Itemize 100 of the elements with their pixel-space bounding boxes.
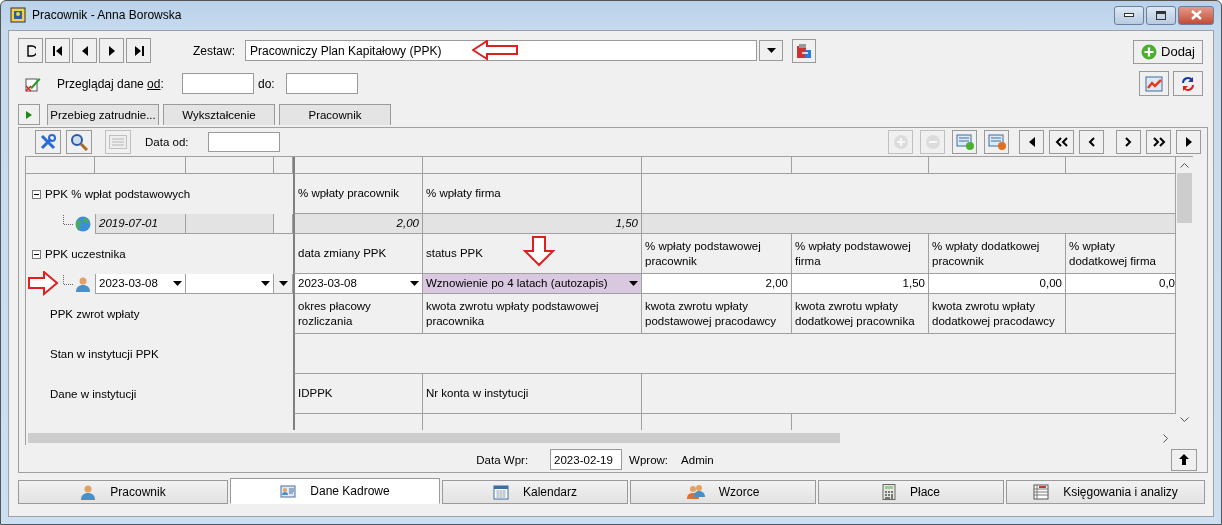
module-tab[interactable]: Księgowania i analizy — [1006, 480, 1205, 504]
plus-circle-icon — [1141, 43, 1157, 60]
delete-record-button[interactable] — [984, 130, 1009, 154]
calculator-icon — [882, 484, 896, 500]
refresh-button[interactable] — [1173, 71, 1203, 96]
column-label: data zmiany PPK — [298, 246, 387, 261]
caret-icon — [766, 48, 776, 53]
column-label: % wpłaty dodatkowej firma — [1069, 238, 1157, 269]
tree-item[interactable]: PPK zwrot wpłaty — [50, 306, 140, 322]
dropdown[interactable]: Wznowienie po 4 latach (autozapis) — [423, 274, 642, 294]
insert-record-button[interactable] — [952, 130, 977, 154]
date-cell: 2019-07-01 — [95, 214, 186, 234]
scroll-up-icon — [1180, 163, 1189, 168]
double-chevron-right-icon — [1151, 137, 1166, 147]
entry-date-field[interactable]: 2023-02-19 — [550, 449, 623, 470]
table-cell[interactable]: 0,00 — [929, 274, 1066, 294]
table-cell[interactable]: 2,00 — [642, 274, 792, 294]
column-label: okres płacowy rozliczania — [298, 298, 372, 329]
column-label: status PPK — [426, 246, 483, 261]
column-label: % wpłaty pracownik — [298, 186, 399, 201]
section-tab[interactable]: Pracownik — [279, 104, 391, 125]
window-title: Pracownik - Anna Borowska — [32, 8, 182, 22]
tree-item[interactable]: PPK % wpłat podstawowych — [45, 186, 191, 202]
scroll-top-button[interactable] — [1171, 448, 1197, 471]
last-column-button[interactable] — [1176, 130, 1201, 154]
column-label: % wpłaty firma — [426, 186, 501, 201]
left-triangle-icon — [1028, 137, 1035, 147]
section-tab[interactable]: Wykształcenie — [163, 104, 275, 125]
first-column-button[interactable] — [1019, 130, 1044, 154]
column-label: % wpłaty podstawowej firma — [795, 238, 912, 269]
module-tab[interactable]: Kalendarz — [442, 480, 628, 504]
previous-column-button[interactable] — [1079, 130, 1104, 154]
double-chevron-left-icon — [1054, 137, 1069, 147]
tree-item[interactable]: Stan w instytucji PPK — [50, 346, 159, 362]
date-from-field[interactable] — [182, 73, 254, 94]
close-icon — [1190, 10, 1202, 20]
transfer-button[interactable] — [792, 38, 816, 63]
report-button[interactable] — [1139, 71, 1169, 96]
chart-icon — [1145, 75, 1163, 92]
first-record-button[interactable] — [45, 38, 70, 63]
entered-by-value: Admin — [681, 453, 714, 466]
dropdown-button[interactable] — [759, 40, 783, 61]
next-column-button[interactable] — [1116, 130, 1141, 154]
column-label: kwota zwrotu wpłaty podstawowej pracownika — [426, 298, 600, 329]
chevron-left-icon — [1088, 137, 1095, 147]
column-label: Nr konta w instytucji — [426, 386, 529, 401]
scrollbar-thumb[interactable] — [28, 433, 840, 443]
tree-connector — [63, 215, 73, 225]
tree-item[interactable]: PPK uczestnika — [45, 246, 126, 262]
next-record-icon — [107, 44, 116, 57]
page-right-button[interactable] — [1146, 130, 1171, 154]
ledger-icon — [1033, 484, 1050, 500]
maximize-icon — [1156, 10, 1166, 20]
module-tab[interactable]: Dane Kadrowe — [230, 478, 440, 504]
column-header[interactable] — [792, 157, 929, 174]
column-header[interactable] — [423, 157, 642, 174]
search-button[interactable] — [66, 130, 92, 154]
date-to-label: do: — [258, 76, 275, 91]
table-cell[interactable]: 0,0 — [1066, 274, 1176, 294]
module-tab[interactable]: Płace — [818, 480, 1004, 504]
column-header[interactable] — [293, 157, 423, 174]
app-icon — [10, 7, 26, 23]
collapse-icon[interactable] — [32, 249, 41, 259]
table-cell[interactable]: 1,50 — [792, 274, 929, 294]
collapse-icon[interactable] — [32, 189, 41, 199]
tree-item[interactable]: Dane w instytucji — [50, 386, 137, 402]
column-label: % wpłaty dodatkowej pracownik — [932, 238, 1041, 269]
expand-button[interactable] — [18, 104, 40, 125]
annotation-arrow — [523, 236, 555, 267]
previous-record-button[interactable] — [72, 38, 97, 63]
play-icon — [26, 110, 32, 119]
date-dropdown[interactable]: 2023-03-08 — [95, 274, 186, 294]
last-record-icon — [133, 44, 144, 57]
minimize-icon — [1124, 13, 1134, 17]
page-left-button[interactable] — [1049, 130, 1074, 154]
new-record-button[interactable] — [18, 38, 43, 63]
column-header[interactable] — [186, 157, 274, 174]
set-dropdown[interactable]: Pracowniczy Plan Kapitałowy (PPK) — [245, 40, 757, 61]
chevron-right-icon — [1125, 137, 1132, 147]
add-button[interactable]: Dodaj — [1133, 39, 1203, 64]
next-record-button[interactable] — [99, 38, 124, 63]
date-range-label: Przeglądaj dane od: — [57, 76, 165, 91]
list-add-icon — [955, 134, 974, 150]
column-header[interactable] — [642, 157, 792, 174]
up-arrow-icon — [1179, 454, 1189, 465]
column-label: % wpłaty podstawowej pracownik — [645, 238, 762, 269]
first-record-icon — [52, 44, 63, 57]
scrollbar-thumb[interactable] — [1177, 173, 1192, 223]
module-tab[interactable]: Pracownik — [18, 480, 228, 504]
settings-button[interactable] — [35, 130, 61, 154]
section-tab[interactable]: Przebieg zatrudnie... — [47, 104, 159, 125]
last-record-button[interactable] — [126, 38, 151, 63]
dropdown[interactable]: 2023-03-08 — [293, 274, 423, 294]
caret-icon — [173, 281, 182, 286]
module-tab[interactable]: Wzorce — [630, 480, 816, 504]
minus-circle-icon — [924, 134, 941, 150]
date-to-field[interactable] — [285, 73, 358, 94]
column-header[interactable] — [274, 157, 293, 174]
people-icon — [686, 484, 705, 500]
date-from-field[interactable] — [208, 132, 280, 152]
